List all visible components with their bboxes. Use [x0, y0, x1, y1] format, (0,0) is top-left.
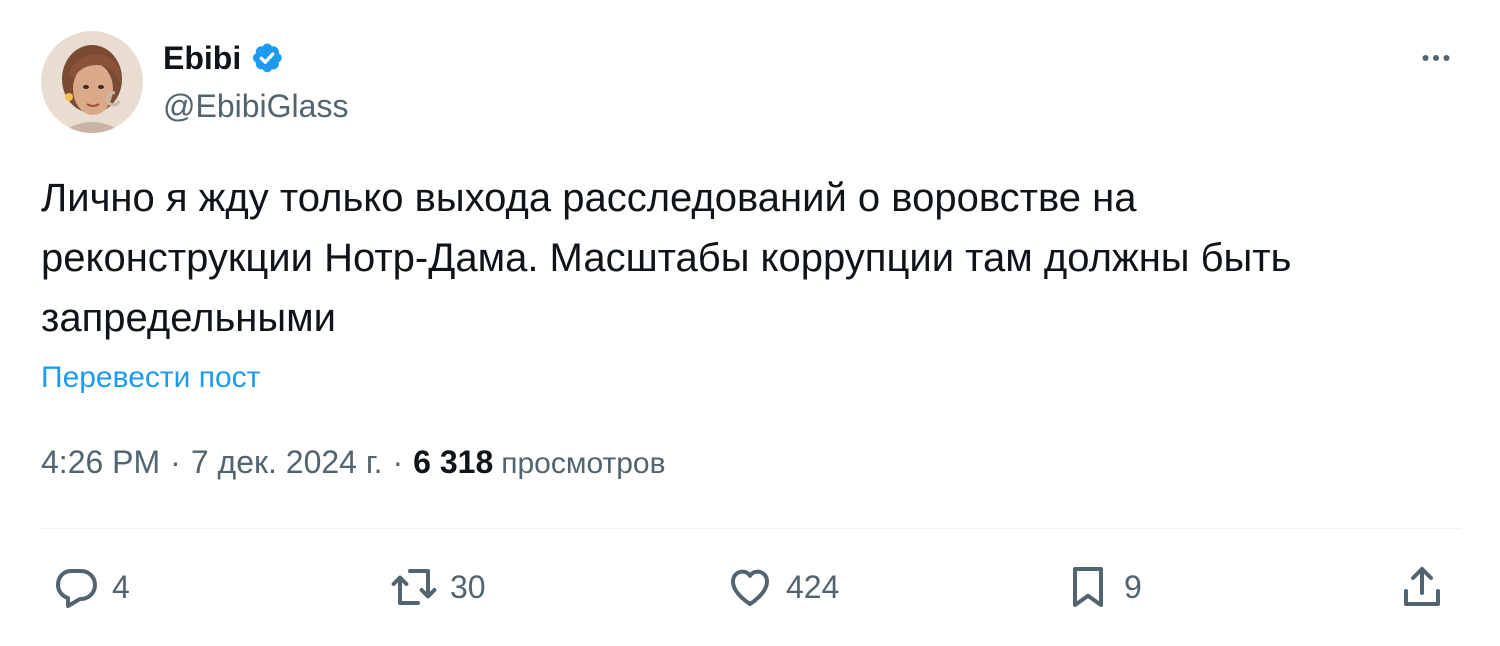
divider — [41, 528, 1461, 529]
bookmark-icon — [1073, 567, 1103, 607]
retweet-button[interactable]: 30 — [390, 562, 486, 612]
display-name-text: Ebibi — [163, 40, 242, 76]
translate-post-link[interactable]: Перевести пост — [41, 358, 260, 398]
views-count: 6 318 — [413, 444, 494, 480]
reply-button[interactable]: 4 — [52, 562, 130, 612]
verified-badge-icon — [249, 40, 285, 76]
views-label: просмотров — [501, 447, 666, 480]
share-button[interactable] — [1398, 562, 1446, 612]
reply-count: 4 — [112, 569, 130, 605]
tweet-card: Ebibi @EbibiGlass Лично я жду только вых… — [0, 0, 1500, 646]
bookmark-button[interactable]: 9 — [1064, 562, 1142, 612]
tweet-date[interactable]: 7 дек. 2024 г. — [191, 440, 383, 484]
like-button[interactable]: 424 — [726, 562, 839, 612]
author-display-name[interactable]: Ebibi — [163, 38, 285, 78]
share-icon — [1404, 567, 1440, 606]
author-handle[interactable]: @EbibiGlass — [163, 86, 348, 126]
heart-icon — [731, 569, 769, 606]
like-count: 424 — [786, 569, 840, 605]
retweet-icon — [391, 569, 437, 605]
reply-icon — [56, 569, 97, 608]
meta-separator: · — [170, 444, 181, 480]
avatar[interactable] — [41, 31, 143, 133]
tweet-text: Лично я жду только выхода расследований … — [41, 176, 1292, 340]
bookmark-count: 9 — [1124, 569, 1142, 605]
tweet-meta: 4:26 PM · 7 дек. 2024 г. · 6 318 просмот… — [41, 440, 666, 486]
more-horizontal-icon — [1422, 55, 1450, 61]
avatar-image — [41, 31, 143, 133]
meta-separator: · — [392, 444, 404, 480]
tweet-time[interactable]: 4:26 PM — [41, 440, 160, 484]
retweet-count: 30 — [450, 569, 486, 605]
more-options-button[interactable] — [1416, 40, 1456, 76]
